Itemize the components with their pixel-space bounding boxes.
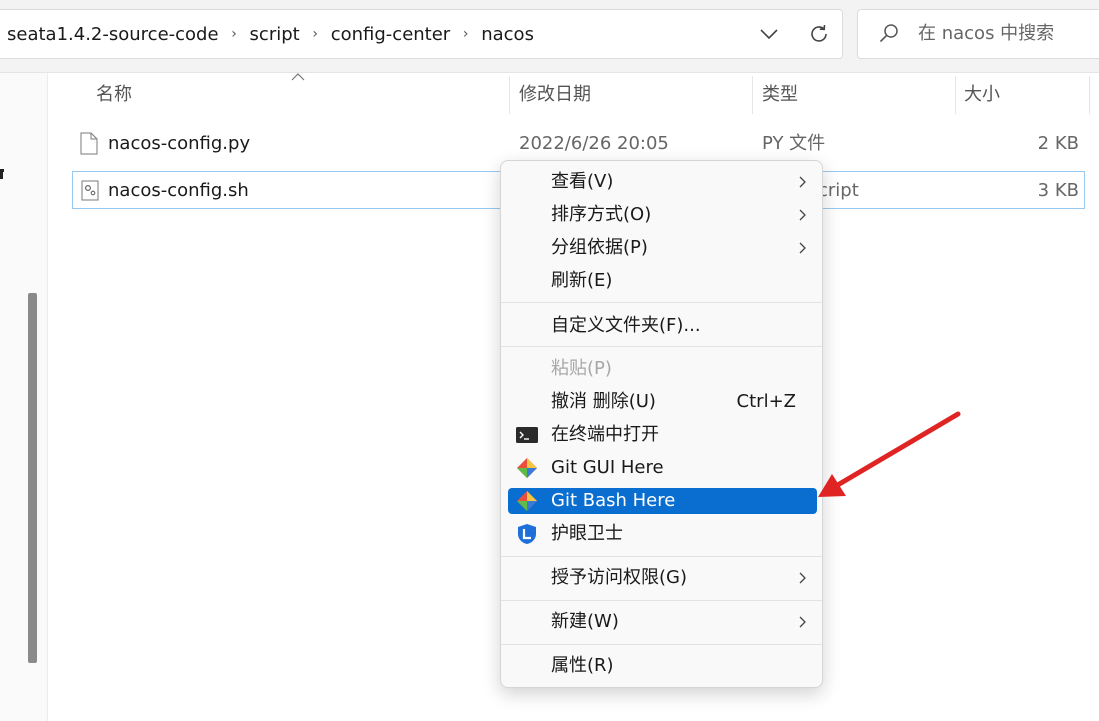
menu-separator bbox=[501, 346, 822, 347]
breadcrumb-item-config-center[interactable]: config-center bbox=[331, 24, 451, 45]
script-file-icon bbox=[81, 180, 99, 201]
git-bash-icon bbox=[517, 491, 537, 511]
menu-item-sort-by[interactable]: 排序方式(O) bbox=[508, 202, 817, 228]
menu-separator bbox=[501, 556, 822, 557]
menu-item-customize-folder[interactable]: 自定义文件夹(F)... bbox=[508, 313, 817, 339]
shield-icon bbox=[518, 524, 536, 544]
menu-item-new[interactable]: 新建(W) bbox=[508, 609, 817, 635]
column-divider[interactable] bbox=[752, 76, 753, 114]
menu-item-give-access[interactable]: 授予访问权限(G) bbox=[508, 565, 817, 591]
file-name: nacos-config.py bbox=[108, 133, 251, 154]
menu-item-label: 分组依据(P) bbox=[551, 237, 648, 258]
breadcrumb-item-nacos[interactable]: nacos bbox=[481, 24, 534, 45]
menu-item-label: 新建(W) bbox=[551, 611, 619, 632]
git-gui-icon bbox=[517, 458, 537, 478]
file-type: cript bbox=[818, 180, 859, 201]
menu-item-label: 撤消 删除(U) bbox=[551, 391, 656, 412]
menu-item-label: 排序方式(O) bbox=[551, 204, 652, 225]
breadcrumb-item-root[interactable]: seata1.4.2-source-code bbox=[7, 24, 219, 45]
file-name: nacos-config.sh bbox=[108, 180, 249, 201]
terminal-icon bbox=[516, 427, 538, 443]
menu-item-label: 在终端中打开 bbox=[551, 424, 659, 445]
search-icon bbox=[879, 24, 898, 43]
menu-item-shortcut: Ctrl+Z bbox=[736, 391, 796, 412]
chevron-right-icon bbox=[799, 616, 806, 628]
menu-item-undo-delete[interactable]: 撤消 删除(U) Ctrl+Z bbox=[508, 389, 817, 415]
menu-item-label: 自定义文件夹(F)... bbox=[551, 315, 701, 336]
menu-separator bbox=[501, 302, 822, 303]
file-size: 2 KB bbox=[1037, 133, 1079, 154]
nav-item-fragment[interactable] bbox=[0, 169, 4, 179]
menu-item-eye-guard[interactable]: 护眼卫士 bbox=[508, 521, 817, 547]
menu-item-group-by[interactable]: 分组依据(P) bbox=[508, 235, 817, 261]
menu-item-label: 授予访问权限(G) bbox=[551, 567, 687, 588]
context-menu: 查看(V) 排序方式(O) 分组依据(P) 刷新(E) 自定义文件夹(F)...… bbox=[500, 160, 823, 688]
document-icon bbox=[80, 132, 98, 155]
chevron-right-icon bbox=[799, 209, 806, 221]
chevron-right-icon bbox=[799, 176, 806, 188]
file-size: 3 KB bbox=[1037, 180, 1079, 201]
column-divider[interactable] bbox=[509, 76, 510, 114]
chevron-right-icon[interactable]: › bbox=[300, 26, 331, 42]
sort-ascending-icon bbox=[291, 73, 305, 81]
column-header-size[interactable]: 大小 bbox=[964, 73, 1000, 117]
menu-item-refresh[interactable]: 刷新(E) bbox=[508, 268, 817, 294]
column-header-name[interactable]: 名称 bbox=[96, 73, 132, 117]
file-row[interactable]: nacos-config.py 2022/6/26 20:05 PY 文件 2 … bbox=[72, 125, 1085, 163]
menu-item-label: Git GUI Here bbox=[551, 457, 664, 478]
column-header-modified[interactable]: 修改日期 bbox=[519, 73, 591, 117]
column-divider[interactable] bbox=[955, 76, 956, 114]
column-divider[interactable] bbox=[1089, 76, 1090, 114]
chevron-down-icon bbox=[760, 29, 778, 40]
chevron-right-icon bbox=[799, 572, 806, 584]
breadcrumb-item-script[interactable]: script bbox=[250, 24, 300, 45]
menu-item-properties[interactable]: 属性(R) bbox=[508, 653, 817, 679]
menu-separator bbox=[501, 600, 822, 601]
menu-item-label: 属性(R) bbox=[551, 655, 614, 676]
menu-item-git-bash[interactable]: Git Bash Here bbox=[508, 488, 817, 514]
file-modified: 2022/6/26 20:05 bbox=[519, 133, 669, 154]
address-bar[interactable]: seata1.4.2-source-code › script › config… bbox=[0, 9, 843, 59]
menu-item-label: 查看(V) bbox=[551, 171, 614, 192]
menu-item-paste: 粘贴(P) bbox=[508, 356, 817, 382]
column-header-type[interactable]: 类型 bbox=[762, 73, 798, 117]
refresh-button[interactable] bbox=[799, 10, 839, 58]
menu-separator bbox=[501, 644, 822, 645]
address-history-button[interactable] bbox=[749, 10, 789, 58]
menu-item-view[interactable]: 查看(V) bbox=[508, 169, 817, 195]
menu-item-git-gui[interactable]: Git GUI Here bbox=[508, 455, 817, 481]
menu-item-label: 刷新(E) bbox=[551, 270, 613, 291]
chevron-right-icon[interactable]: › bbox=[219, 26, 250, 42]
search-box[interactable]: 在 nacos 中搜索 bbox=[857, 9, 1099, 59]
menu-item-label: Git Bash Here bbox=[551, 490, 676, 511]
breadcrumb: seata1.4.2-source-code › script › config… bbox=[7, 10, 534, 58]
menu-item-label: 护眼卫士 bbox=[551, 523, 623, 544]
scrollbar-thumb[interactable] bbox=[28, 293, 37, 663]
chevron-right-icon[interactable]: › bbox=[450, 26, 481, 42]
refresh-icon bbox=[811, 24, 827, 42]
navigation-pane bbox=[0, 73, 48, 721]
file-type: PY 文件 bbox=[762, 133, 826, 154]
menu-item-label: 粘贴(P) bbox=[551, 358, 612, 379]
menu-item-open-in-terminal[interactable]: 在终端中打开 bbox=[508, 422, 817, 448]
search-input[interactable]: 在 nacos 中搜索 bbox=[918, 10, 1054, 58]
chevron-right-icon bbox=[799, 242, 806, 254]
